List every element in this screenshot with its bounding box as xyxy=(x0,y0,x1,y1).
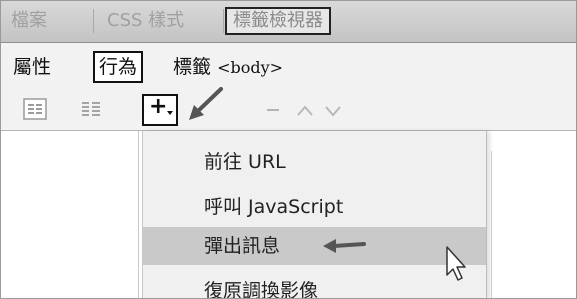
panel-tab-bar: 檔案 CSS 樣式 標籤檢視器 xyxy=(1,1,576,43)
show-set-events-icon[interactable] xyxy=(23,98,47,120)
current-tag-indicator: 標籤 <body> xyxy=(173,51,283,83)
add-behavior-menu: 前往 URL 呼叫 JavaScript 彈出訊息 復原調換影像 xyxy=(142,131,487,298)
tab-css-styles[interactable]: CSS 樣式 xyxy=(101,7,190,35)
tab-divider xyxy=(93,9,94,33)
menu-item-go-to-url[interactable]: 前往 URL xyxy=(143,143,486,181)
remove-behavior-icon[interactable] xyxy=(263,103,283,117)
menu-item-popup-message[interactable]: 彈出訊息 xyxy=(143,227,486,265)
tab-files[interactable]: 檔案 xyxy=(5,7,53,35)
column-divider xyxy=(491,151,492,298)
tag-prefix-label: 標籤 xyxy=(173,56,212,78)
events-list-left xyxy=(1,131,139,298)
tag-inspector-panel: 檔案 CSS 樣式 標籤檢視器 屬性 行為 標籤 <body> + 前往 URL… xyxy=(0,0,577,299)
menu-item-call-javascript[interactable]: 呼叫 JavaScript xyxy=(143,188,486,226)
show-all-events-icon[interactable] xyxy=(79,98,103,120)
add-behavior-button[interactable]: + xyxy=(142,94,178,126)
tag-value: <body> xyxy=(217,58,284,77)
actions-list-right xyxy=(486,131,576,298)
inspector-sub-tabs: 屬性 行為 標籤 <body> xyxy=(1,43,576,91)
move-down-icon[interactable] xyxy=(323,101,343,119)
tab-attributes[interactable]: 屬性 xyxy=(13,51,51,83)
tab-divider xyxy=(223,9,224,33)
chevron-down-icon xyxy=(167,111,173,115)
add-behavior-icon: + xyxy=(149,94,168,119)
tab-tag-inspector[interactable]: 標籤檢視器 xyxy=(225,7,331,35)
menu-item-swap-image-restore[interactable]: 復原調換影像 xyxy=(143,272,486,298)
behaviors-toolbar: + xyxy=(1,91,576,131)
tab-behaviors[interactable]: 行為 xyxy=(93,51,144,83)
move-up-icon[interactable] xyxy=(295,101,315,119)
